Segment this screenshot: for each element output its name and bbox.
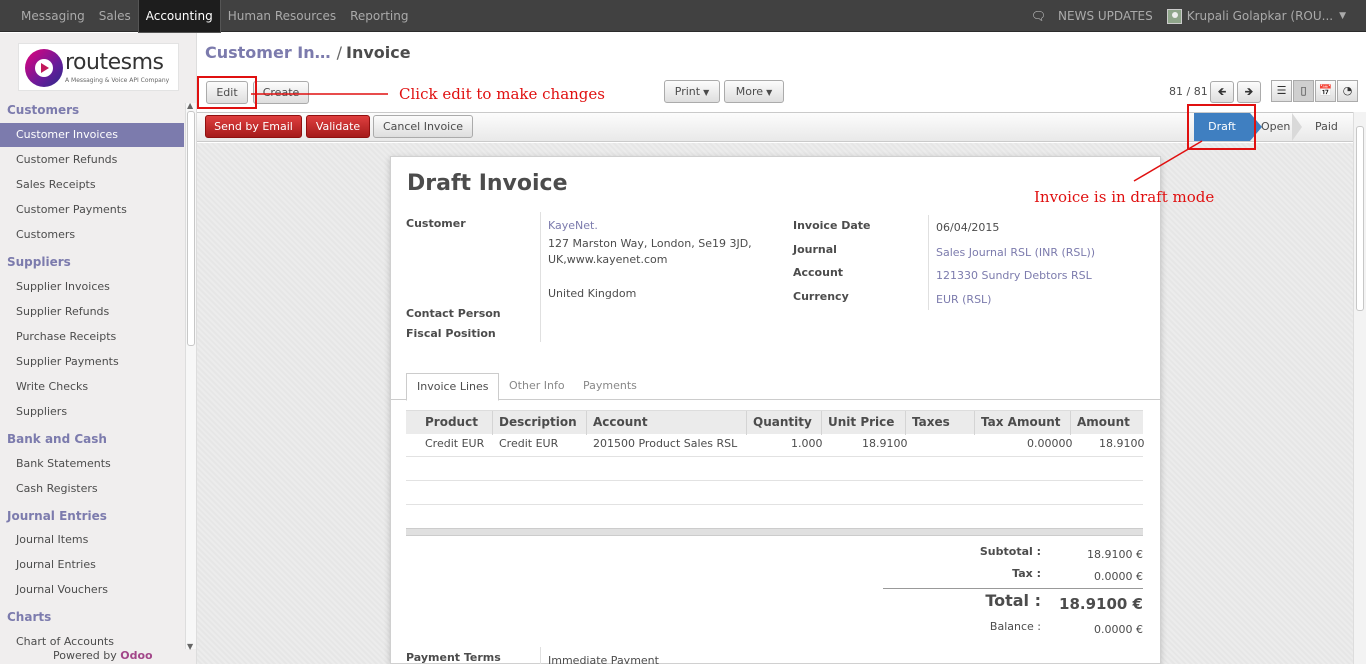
- draft-annotation: Invoice is in draft mode: [1034, 188, 1215, 206]
- annotation-arrows: [251, 93, 1203, 182]
- edit-annotation: Click edit to make changes: [399, 85, 605, 103]
- draft-arrow-line: [1133, 140, 1203, 182]
